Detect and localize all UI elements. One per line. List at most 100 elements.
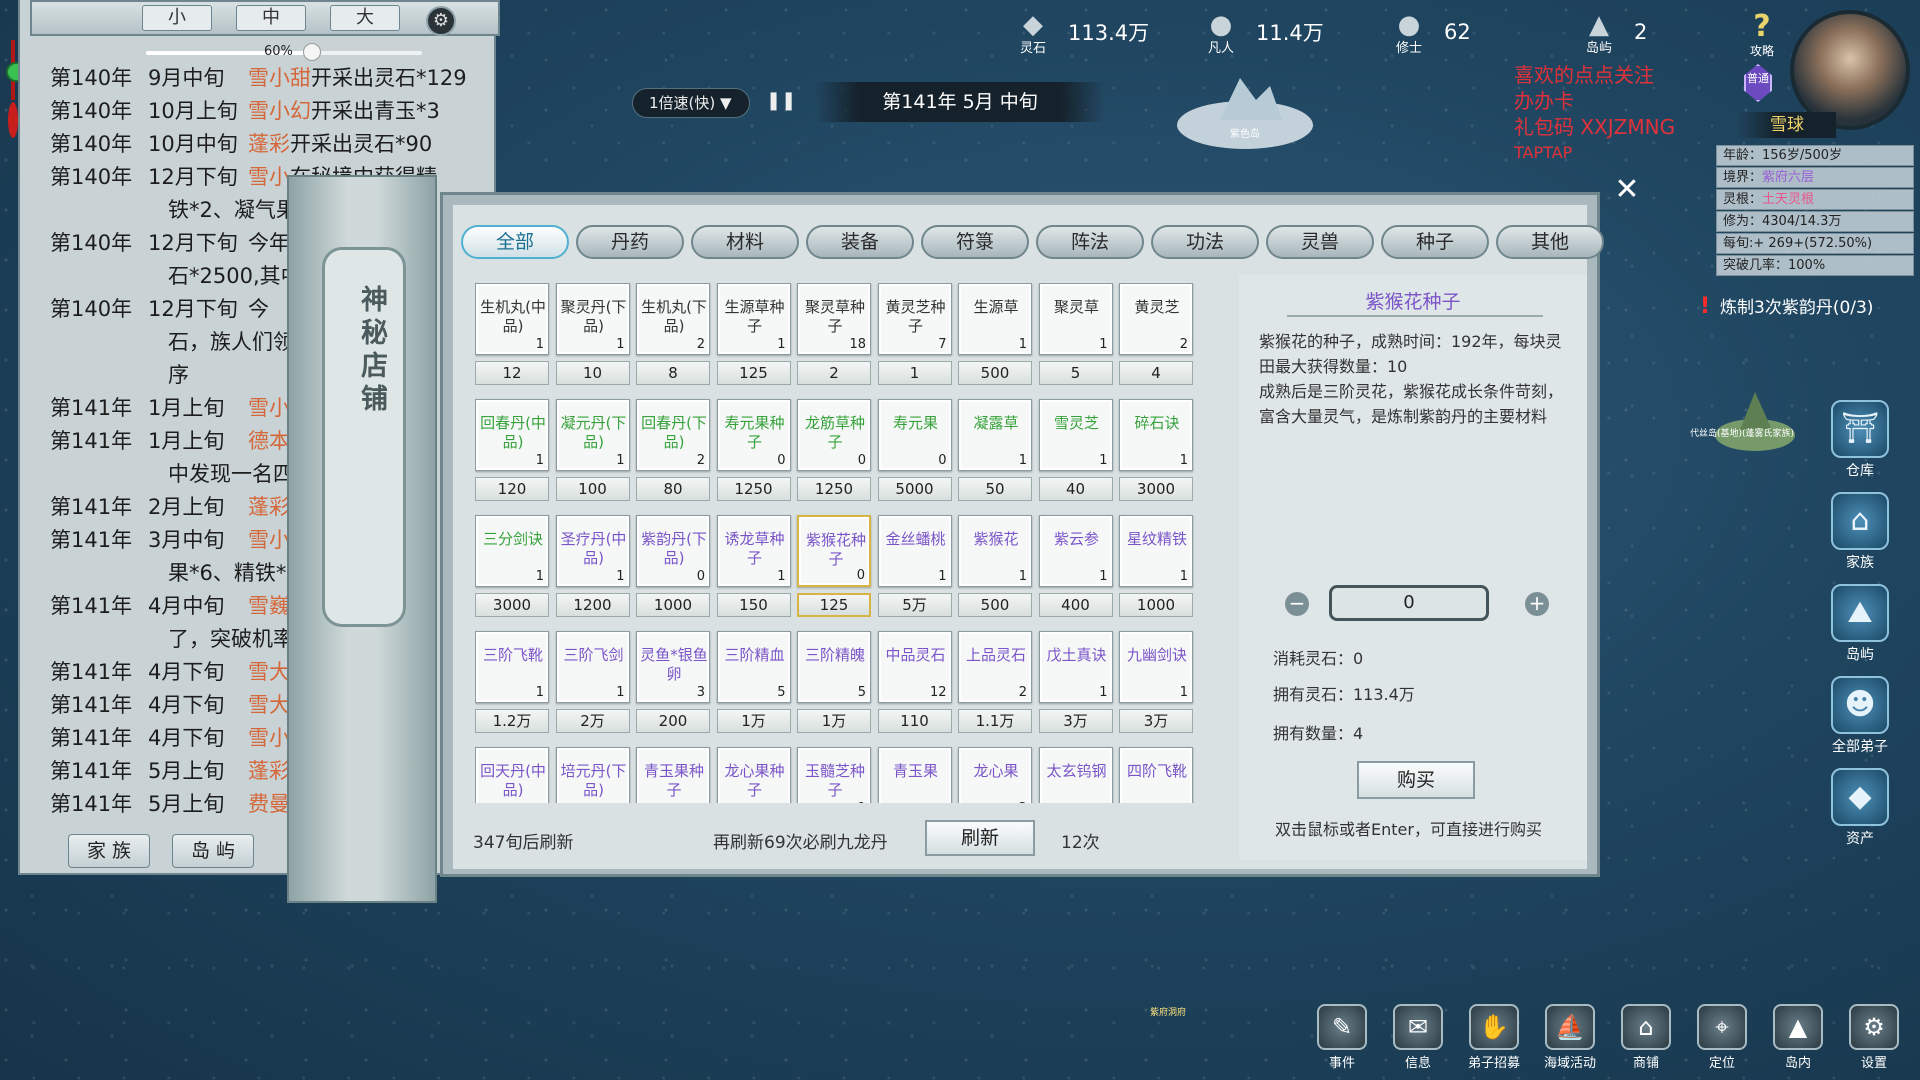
island-map-marker[interactable]: 紫色岛 bbox=[1170, 70, 1320, 160]
vip-badge[interactable]: 普通 bbox=[1744, 64, 1772, 102]
item-slot[interactable]: 中品灵石 12 bbox=[877, 631, 952, 703]
shop-item[interactable]: 三阶精血 5 1万 bbox=[716, 631, 791, 741]
item-slot[interactable]: 诱龙草种子 1 bbox=[716, 515, 791, 587]
bottom-menu-item[interactable]: ⛵ 海域活动 bbox=[1532, 1004, 1608, 1071]
side-menu-item[interactable]: ⌂ 家族 bbox=[1820, 492, 1900, 584]
shop-item[interactable]: 紫韵丹(下品) 0 1000 bbox=[636, 515, 710, 625]
item-slot[interactable]: 雪灵芝 1 bbox=[1038, 399, 1113, 471]
log-person-name[interactable]: 雪小甜 bbox=[248, 62, 311, 95]
shop-item[interactable]: 中品灵石 12 110 bbox=[877, 631, 952, 741]
tab-符箓[interactable]: 符箓 bbox=[921, 225, 1029, 259]
shop-item[interactable]: 回春丹(下品) 2 80 bbox=[636, 399, 710, 509]
log-tab[interactable]: 岛 屿 bbox=[172, 834, 254, 868]
item-slot[interactable]: 碎石诀 1 bbox=[1119, 399, 1193, 471]
log-person-name[interactable]: 雪小 bbox=[248, 161, 290, 194]
item-slot[interactable]: 金丝蟠桃 1 bbox=[877, 515, 952, 587]
zoom-slider[interactable]: 60% bbox=[146, 43, 422, 61]
item-slot[interactable]: 紫云参 1 bbox=[1038, 515, 1113, 587]
shop-item[interactable]: 紫猴花种子 0 125 bbox=[797, 515, 871, 625]
item-slot[interactable]: 太玄钨钢 bbox=[1038, 747, 1113, 803]
shop-item[interactable]: 生机丸(中品) 1 12 bbox=[475, 283, 549, 393]
item-slot[interactable]: 聚灵草 1 bbox=[1038, 283, 1113, 355]
shop-item[interactable]: 太玄钨钢 bbox=[1038, 747, 1113, 803]
item-slot[interactable]: 龙心果种子 bbox=[716, 747, 791, 803]
shop-item-grid[interactable]: 生机丸(中品) 1 12 聚灵丹(下品) 1 10 生机丸(下品) 2 8 生源草种子 1 125 聚灵… bbox=[475, 283, 1195, 803]
item-slot[interactable]: 寿元果 0 bbox=[877, 399, 952, 471]
shop-item[interactable]: 生源草种子 1 125 bbox=[716, 283, 791, 393]
bottom-menu-item[interactable]: ▲ 岛内 bbox=[1760, 1004, 1836, 1071]
item-slot[interactable]: 青玉果种子 bbox=[636, 747, 710, 803]
size-large-button[interactable]: 大 bbox=[330, 5, 400, 31]
log-person-name[interactable]: 费曼 bbox=[248, 788, 290, 821]
quest-tracker[interactable]: ! 炼制3次紫韵丹(0/3) bbox=[1700, 292, 1910, 322]
log-person-name[interactable]: 蓬彩 bbox=[248, 128, 290, 161]
shop-item[interactable]: 聚灵草 1 5 bbox=[1038, 283, 1113, 393]
item-slot[interactable]: 凝元丹(下品) 1 bbox=[555, 399, 630, 471]
pause-icon[interactable]: ❚❚ bbox=[766, 90, 796, 116]
log-settings-icon[interactable]: ⚙ bbox=[426, 6, 456, 36]
minus-icon[interactable]: − bbox=[1285, 592, 1309, 616]
log-person-name[interactable]: 雪小幻 bbox=[248, 95, 311, 128]
log-person-name[interactable]: 雪小 bbox=[248, 524, 290, 557]
shop-item[interactable]: 圣疗丹(中品) 1 1200 bbox=[555, 515, 630, 625]
item-slot[interactable]: 龙筋草种子 0 bbox=[797, 399, 871, 471]
item-slot[interactable]: 聚灵草种子 18 bbox=[797, 283, 871, 355]
item-slot[interactable]: 龙心果 2 bbox=[958, 747, 1032, 803]
refresh-button[interactable]: 刷新 bbox=[925, 820, 1035, 856]
tab-种子[interactable]: 种子 bbox=[1381, 225, 1489, 259]
item-slot[interactable]: 青玉果 bbox=[877, 747, 952, 803]
shop-item[interactable]: 回天丹(中品) bbox=[475, 747, 549, 803]
shop-item[interactable]: 星纹精铁 1 1000 bbox=[1119, 515, 1193, 625]
game-speed-select[interactable]: 1倍速(快) ▼ bbox=[632, 88, 750, 118]
shop-item[interactable]: 金丝蟠桃 1 5万 bbox=[877, 515, 952, 625]
item-slot[interactable]: 紫猴花 1 bbox=[958, 515, 1032, 587]
tab-阵法[interactable]: 阵法 bbox=[1036, 225, 1144, 259]
shop-item[interactable]: 聚灵草种子 18 2 bbox=[797, 283, 871, 393]
log-person-name[interactable]: 蓬彩 bbox=[248, 491, 290, 524]
shop-item[interactable]: 凝元丹(下品) 1 100 bbox=[555, 399, 630, 509]
side-menu-item[interactable]: ◆ 资产 bbox=[1820, 768, 1900, 860]
shop-item[interactable]: 回春丹(中品) 1 120 bbox=[475, 399, 549, 509]
item-slot[interactable]: 三阶飞靴 1 bbox=[475, 631, 549, 703]
item-slot[interactable]: 生机丸(下品) 2 bbox=[636, 283, 710, 355]
tab-全部[interactable]: 全部 bbox=[461, 225, 569, 259]
item-slot[interactable]: 回春丹(中品) 1 bbox=[475, 399, 549, 471]
shop-item[interactable]: 龙筋草种子 0 1250 bbox=[797, 399, 871, 509]
shop-item[interactable]: 培元丹(下品) bbox=[555, 747, 630, 803]
item-slot[interactable]: 黄灵芝 2 bbox=[1119, 283, 1193, 355]
shop-item[interactable]: 青玉果种子 bbox=[636, 747, 710, 803]
item-slot[interactable]: 灵鱼*银鱼卵 3 bbox=[636, 631, 710, 703]
log-person-name[interactable]: 雪小 bbox=[248, 392, 290, 425]
buy-button[interactable]: 购买 bbox=[1357, 761, 1475, 799]
item-slot[interactable]: 三阶精魄 5 bbox=[797, 631, 871, 703]
log-person-name[interactable]: 雪大 bbox=[248, 656, 290, 689]
item-slot[interactable]: 生机丸(中品) 1 bbox=[475, 283, 549, 355]
quantity-input[interactable]: 0 bbox=[1329, 585, 1489, 621]
shop-item[interactable]: 三分剑诀 1 3000 bbox=[475, 515, 549, 625]
item-slot[interactable]: 凝露草 1 bbox=[958, 399, 1032, 471]
item-slot[interactable]: 星纹精铁 1 bbox=[1119, 515, 1193, 587]
item-slot[interactable]: 戊土真诀 1 bbox=[1038, 631, 1113, 703]
bottom-menu-item[interactable]: ⚙ 设置 bbox=[1836, 1004, 1912, 1071]
shop-item[interactable]: 九幽剑诀 1 3万 bbox=[1119, 631, 1193, 741]
close-icon[interactable]: ✕ bbox=[1610, 174, 1644, 208]
plus-icon[interactable]: + bbox=[1525, 592, 1549, 616]
zoom-slider-knob[interactable] bbox=[302, 43, 321, 61]
item-slot[interactable]: 三阶飞剑 1 bbox=[555, 631, 630, 703]
shop-item[interactable]: 三阶飞靴 1 1.2万 bbox=[475, 631, 549, 741]
log-person-name[interactable]: 雪小 bbox=[248, 722, 290, 755]
bottom-menu-item[interactable]: ⌖ 定位 bbox=[1684, 1004, 1760, 1071]
size-small-button[interactable]: 小 bbox=[142, 5, 212, 31]
shop-item[interactable]: 诱龙草种子 1 150 bbox=[716, 515, 791, 625]
item-slot[interactable]: 三阶精血 5 bbox=[716, 631, 791, 703]
shop-item[interactable]: 生机丸(下品) 2 8 bbox=[636, 283, 710, 393]
item-slot[interactable]: 上品灵石 2 bbox=[958, 631, 1032, 703]
tab-其他[interactable]: 其他 bbox=[1496, 225, 1604, 259]
tab-装备[interactable]: 装备 bbox=[806, 225, 914, 259]
shop-item[interactable]: 龙心果 2 bbox=[958, 747, 1032, 803]
shop-item[interactable]: 黄灵芝 2 4 bbox=[1119, 283, 1193, 393]
tab-丹药[interactable]: 丹药 bbox=[576, 225, 684, 259]
item-slot[interactable]: 回天丹(中品) bbox=[475, 747, 549, 803]
shop-item[interactable]: 聚灵丹(下品) 1 10 bbox=[555, 283, 630, 393]
tab-灵兽[interactable]: 灵兽 bbox=[1266, 225, 1374, 259]
